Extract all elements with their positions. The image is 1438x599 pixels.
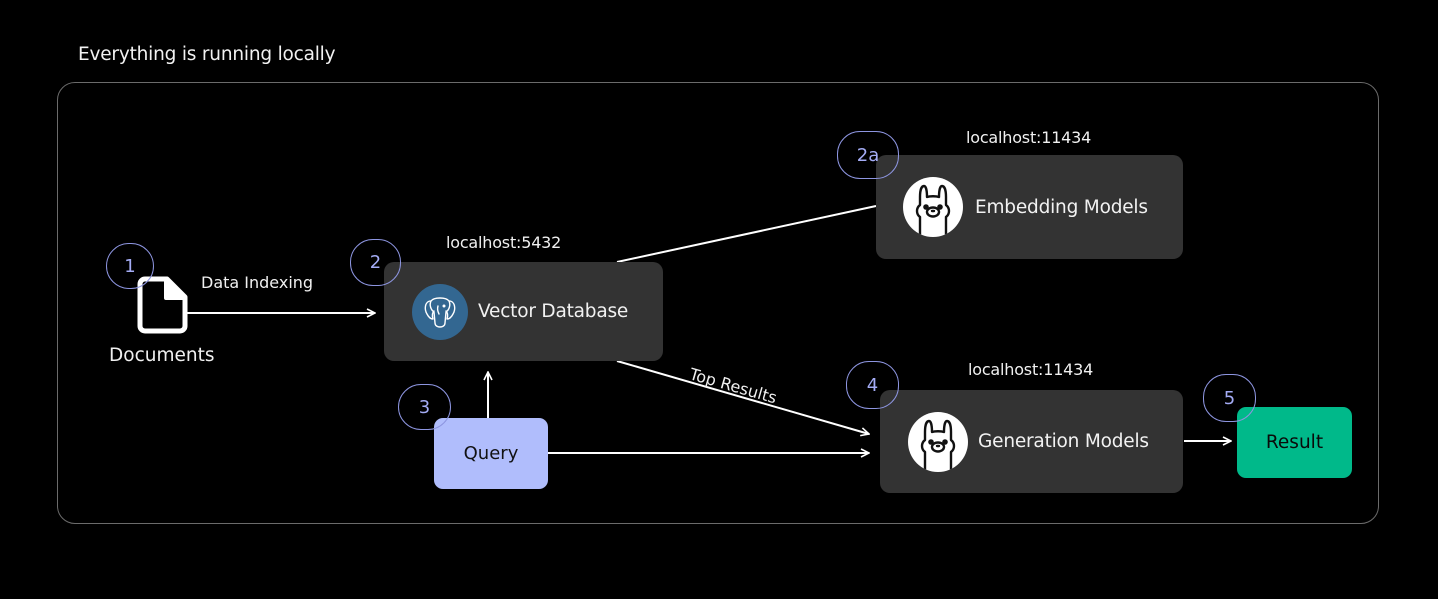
diagram-caption: Everything is running locally [78, 44, 336, 65]
step-badge-1: 1 [106, 243, 154, 289]
documents-label: Documents [109, 345, 215, 366]
embedding-host: localhost:11434 [966, 128, 1092, 147]
postgresql-elephant-icon [412, 283, 468, 340]
edge-label-data-indexing: Data Indexing [201, 273, 314, 292]
step-badge-4: 4 [846, 361, 899, 409]
generation-models-node[interactable]: Generation Models [880, 390, 1183, 493]
step-badge-3: 3 [398, 384, 451, 430]
ollama-llama-icon [903, 177, 963, 237]
step-badge-2a: 2a [837, 131, 899, 179]
result-node[interactable]: Result [1237, 407, 1352, 478]
generation-host: localhost:11434 [968, 360, 1094, 379]
query-node[interactable]: Query [434, 418, 548, 489]
vector-database-label: Vector Database [478, 301, 629, 322]
embedding-models-label: Embedding Models [975, 196, 1148, 218]
embedding-models-node[interactable]: Embedding Models [876, 155, 1183, 259]
step-badge-2: 2 [350, 239, 401, 286]
vector-db-host: localhost:5432 [446, 233, 562, 252]
ollama-llama-icon [908, 411, 968, 472]
documents-icon[interactable] [137, 276, 189, 334]
step-badge-5: 5 [1203, 374, 1256, 422]
generation-models-label: Generation Models [978, 431, 1149, 452]
vector-database-node[interactable]: Vector Database [384, 262, 663, 361]
